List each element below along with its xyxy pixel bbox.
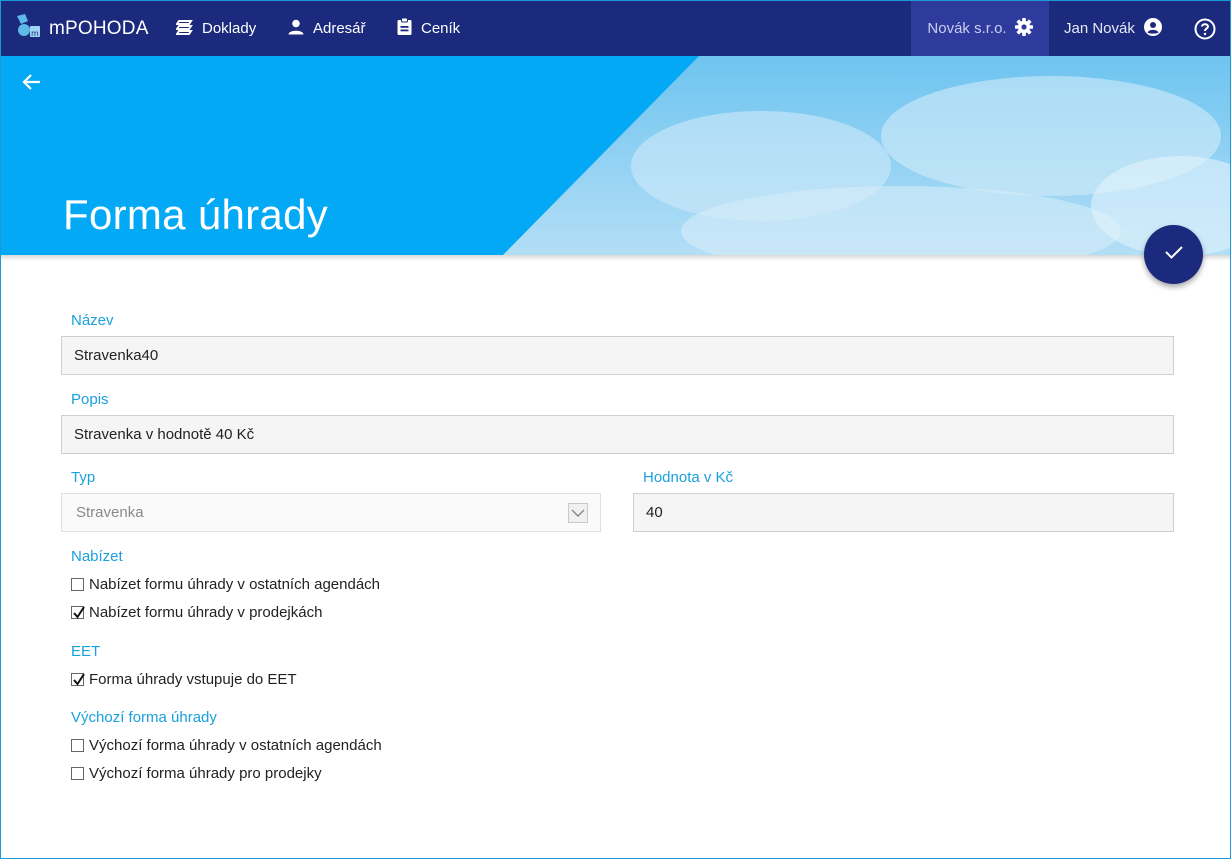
offer-sales-option[interactable]: Nabízet formu úhrady v prodejkách	[71, 602, 322, 622]
gear-icon	[1007, 17, 1033, 40]
top-navigation-bar: m mPOHODA Doklady Adresář Ceník Novák s.…	[1, 1, 1230, 56]
page-header-banner: Forma úhrady	[1, 56, 1230, 255]
eet-section-label: EET	[71, 643, 101, 660]
nav-item-label: Doklady	[202, 20, 257, 37]
brand-logo[interactable]: m mPOHODA	[15, 1, 149, 56]
save-button[interactable]	[1144, 225, 1203, 284]
checkbox-label: Nabízet formu úhrady v prodejkách	[89, 603, 323, 621]
checkmark-icon	[73, 605, 85, 619]
checkbox-label: Nabízet formu úhrady v ostatních agendác…	[89, 575, 381, 593]
amount-input[interactable]: 40	[633, 493, 1174, 532]
description-label: Popis	[71, 391, 109, 408]
help-icon[interactable]	[1194, 18, 1216, 40]
pohoda-logo-icon: m	[15, 13, 41, 44]
brand-name: mPOHODA	[49, 17, 149, 39]
nav-item-doklady[interactable]: Doklady	[175, 1, 257, 56]
default-section-label: Výchozí forma úhrady	[71, 709, 217, 726]
default-sales-option[interactable]: Výchozí forma úhrady pro prodejky	[71, 763, 322, 783]
type-select[interactable]: Stravenka	[61, 493, 601, 532]
checkmark-icon	[73, 672, 85, 686]
default-other-agendas-option[interactable]: Výchozí forma úhrady v ostatních agendác…	[71, 735, 382, 755]
offer-other-agendas-option[interactable]: Nabízet formu úhrady v ostatních agendác…	[71, 574, 380, 594]
name-input[interactable]: Stravenka40	[61, 336, 1174, 375]
checkbox[interactable]	[71, 605, 85, 619]
checkbox-label: Výchozí forma úhrady pro prodejky	[89, 764, 322, 782]
page-title: Forma úhrady	[63, 191, 329, 238]
clipboard-icon	[397, 17, 421, 39]
offer-section-label: Nabízet	[71, 548, 123, 565]
amount-label: Hodnota v Kč	[643, 469, 734, 486]
chevron-down-icon[interactable]	[568, 503, 588, 523]
checkbox[interactable]	[71, 577, 84, 591]
user-menu[interactable]: Jan Novák	[1064, 1, 1162, 56]
type-label: Typ	[71, 469, 96, 486]
company-selector[interactable]: Novák s.r.o.	[911, 1, 1049, 56]
checkbox-label: Forma úhrady vstupuje do EET	[89, 670, 297, 688]
nav-item-adresar[interactable]: Adresář	[288, 1, 366, 56]
nav-item-label: Adresář	[313, 20, 366, 37]
banner-shadow	[1, 255, 1230, 261]
checkmark-icon	[1164, 244, 1184, 265]
checkbox[interactable]	[71, 766, 84, 780]
company-name: Novák s.r.o.	[927, 20, 1007, 37]
account-circle-icon	[1135, 17, 1162, 40]
app-window: m mPOHODA Doklady Adresář Ceník Novák s.…	[0, 0, 1231, 859]
documents-stack-icon	[175, 18, 202, 39]
description-input[interactable]: Stravenka v hodnotě 40 Kč	[61, 415, 1174, 454]
nav-item-label: Ceník	[421, 20, 461, 37]
name-label: Název	[71, 312, 114, 329]
svg-text:m: m	[31, 29, 39, 38]
back-arrow-icon[interactable]	[21, 71, 43, 93]
checkbox-label: Výchozí forma úhrady v ostatních agendác…	[89, 736, 382, 754]
eet-option[interactable]: Forma úhrady vstupuje do EET	[71, 669, 297, 689]
type-select-value: Stravenka	[76, 504, 144, 521]
checkbox[interactable]	[71, 738, 84, 752]
checkbox[interactable]	[71, 672, 85, 686]
user-name: Jan Novák	[1064, 20, 1135, 37]
nav-item-cenik[interactable]: Ceník	[397, 1, 460, 56]
person-icon	[288, 19, 313, 39]
